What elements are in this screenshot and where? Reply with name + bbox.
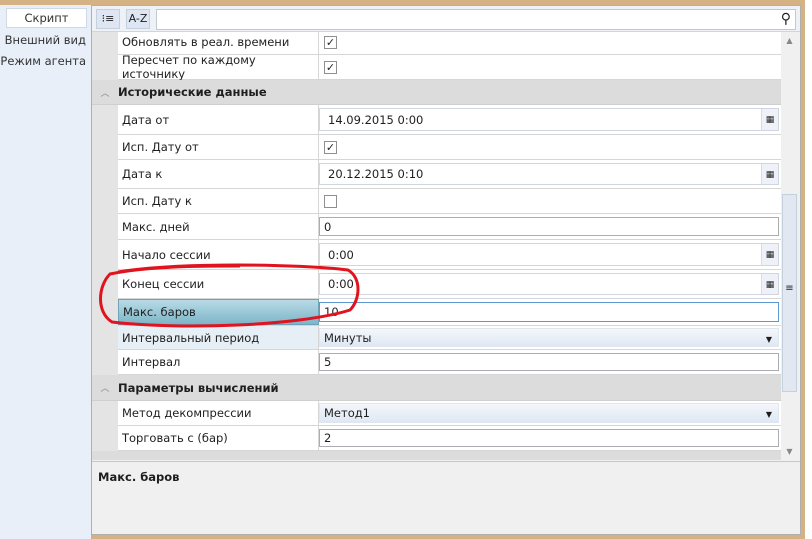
max-days-input[interactable]: 0 (319, 217, 779, 236)
row-update-realtime: Обновлять в реал. времени ✓ (92, 32, 781, 55)
max-bars-input[interactable]: 10 (319, 302, 779, 322)
date-from-input[interactable]: 14.09.2015 0:00 ▦ (319, 108, 779, 131)
property-label: Торговать с (бар) (118, 426, 319, 450)
property-grid: Обновлять в реал. времени ✓ Пересчет по к… (92, 32, 781, 460)
row-recalc: Пересчет по каждому источнику ✓ (92, 53, 781, 81)
row-date-to: Дата к 20.12.2015 0:10 ▦ (92, 160, 781, 189)
description-panel: Макс. баров (92, 461, 800, 534)
property-label: Исп. Дату к (118, 189, 319, 213)
property-label: Конец сессии (118, 270, 319, 298)
row-date-from: Дата от 14.09.2015 0:00 ▦ (92, 105, 781, 135)
collapse-icon[interactable]: ︿ (92, 381, 118, 394)
chevron-down-icon: ▼ (765, 334, 772, 344)
categorized-button[interactable]: ⁝≡ (96, 9, 120, 29)
nav-item-agent-mode[interactable]: Режим агента (0, 51, 91, 72)
section-calc-params[interactable]: ︿ Параметры вычислений (92, 375, 781, 401)
calendar-icon[interactable]: ▦ (761, 164, 778, 184)
property-label: Исп. Дату от (118, 135, 319, 159)
chevron-down-icon: ▼ (765, 410, 772, 419)
row-interval-period: Интервальный период Минуты ▼ (92, 326, 781, 350)
scroll-up-icon[interactable]: ▲ (781, 36, 798, 45)
search-icon[interactable]: ⚲ (781, 10, 791, 29)
property-label: Макс. дней (118, 214, 319, 239)
scroll-down-icon[interactable]: ▼ (781, 447, 798, 456)
alphabetical-button[interactable]: A-Z (126, 9, 150, 29)
section-partial (92, 451, 781, 460)
row-interval: Интервал 5 (92, 350, 781, 375)
property-label: Интервальный период (118, 326, 319, 349)
checkbox-checked[interactable]: ✓ (324, 35, 337, 49)
nav-item-appearance[interactable]: Внешний вид (0, 30, 91, 51)
background-window (805, 0, 812, 539)
scrollbar-thumb[interactable]: ≡ (782, 194, 797, 392)
session-end-input[interactable]: 0:00 ▦ (319, 273, 779, 295)
calendar-icon[interactable]: ▦ (761, 244, 778, 265)
row-use-date-from: Исп. Дату от ✓ (92, 135, 781, 160)
trade-from-input[interactable]: 2 (319, 429, 779, 447)
checkbox-checked[interactable]: ✓ (324, 140, 337, 154)
checkbox-unchecked[interactable] (324, 194, 337, 208)
calendar-icon[interactable]: ▦ (761, 274, 778, 294)
property-label: Макс. баров (118, 299, 319, 325)
row-max-days: Макс. дней 0 (92, 214, 781, 240)
property-label: Интервал (118, 350, 319, 374)
interval-input[interactable]: 5 (319, 353, 779, 371)
date-to-input[interactable]: 20.12.2015 0:10 ▦ (319, 163, 779, 185)
row-session-end: Конец сессии 0:00 ▦ (92, 270, 781, 299)
property-label: Пересчет по каждому источнику (118, 53, 319, 81)
interval-period-dropdown[interactable]: Минуты ▼ (319, 328, 779, 347)
calendar-icon[interactable]: ▦ (761, 109, 778, 130)
property-label: Обновлять в реал. времени (118, 32, 319, 54)
property-label: Дата от (118, 105, 319, 134)
vertical-scrollbar[interactable]: ▲ ≡ ▼ (781, 32, 798, 460)
nav-item-script[interactable]: Скрипт (6, 8, 87, 28)
description-title: Макс. баров (98, 470, 180, 484)
section-title: Параметры вычислений (118, 380, 279, 395)
toolbar: ⁝≡ A-Z ⚲ (92, 6, 800, 32)
method-dropdown[interactable]: Метод1 ▼ (319, 403, 779, 423)
row-session-start: Начало сессии 0:00 ▦ (92, 240, 781, 270)
property-label: Начало сессии (118, 240, 319, 269)
row-decompression-method: Метод декомпрессии Метод1 ▼ (92, 401, 781, 426)
row-trade-from: Торговать с (бар) 2 (92, 426, 781, 451)
collapse-icon[interactable]: ︿ (92, 86, 118, 99)
session-start-input[interactable]: 0:00 ▦ (319, 243, 779, 266)
property-grid-panel: ⁝≡ A-Z ⚲ Обновлять в реал. времени ✓ Пере… (91, 5, 801, 535)
row-use-date-to: Исп. Дату к (92, 189, 781, 214)
section-historical-data[interactable]: ︿ Исторические данные (92, 80, 781, 105)
property-label: Дата к (118, 160, 319, 188)
section-title: Исторические данные (118, 85, 267, 99)
categorized-icon: ⁝≡ (101, 12, 115, 25)
checkbox-checked[interactable]: ✓ (324, 60, 337, 74)
property-label: Метод декомпрессии (118, 401, 319, 425)
left-nav: Скрипт Внешний вид Режим агента (0, 5, 91, 539)
row-max-bars[interactable]: Макс. баров 10 (92, 299, 781, 326)
search-input[interactable]: ⚲ (156, 9, 796, 30)
